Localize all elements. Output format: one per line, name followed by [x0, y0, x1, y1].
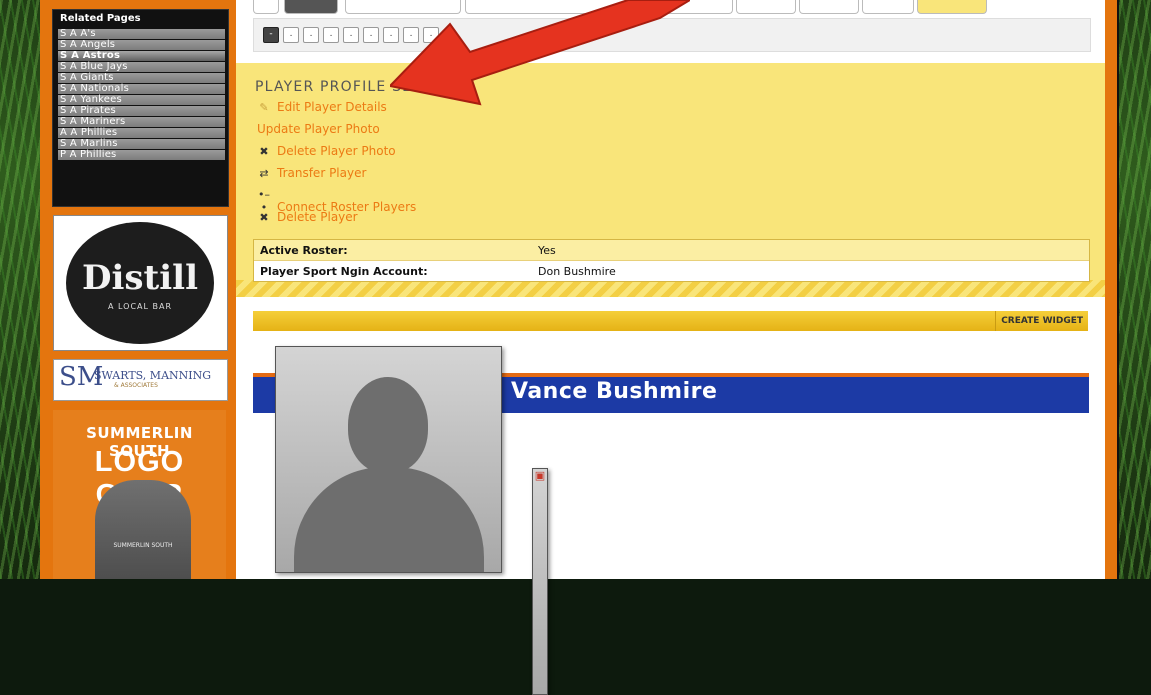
- pencil-icon: ✎: [259, 101, 269, 114]
- tab-stub[interactable]: [736, 0, 796, 14]
- action-transfer-player[interactable]: ⇄ Transfer Player: [257, 166, 366, 182]
- player-photo: [275, 346, 502, 573]
- distill-sub: A LOCAL BAR: [107, 302, 173, 311]
- transfer-icon: ⇄: [259, 167, 269, 180]
- swarts-sub: & ASSOCIATES: [114, 382, 158, 389]
- related-pages-panel: Related Pages S A A's S A Angels S A Astro…: [52, 9, 229, 207]
- action-label: Update Player Photo: [257, 122, 380, 136]
- info-value: Don Bushmire: [538, 265, 616, 278]
- hoodie-text: SUMMERLIN SOUTH: [113, 542, 173, 549]
- related-pages-list: S A A's S A Angels S A Astros S A Blue Jays…: [53, 29, 228, 160]
- tab-stub[interactable]: [862, 0, 914, 14]
- player-info-table: Active Roster: Yes Player Sport Ngin Acc…: [253, 239, 1090, 282]
- silhouette-body: [294, 467, 484, 572]
- right-orange-border: [1105, 0, 1117, 579]
- distill-ad[interactable]: Distill A LOCAL BAR: [53, 215, 228, 351]
- related-page-link[interactable]: S A Blue Jays: [58, 62, 225, 72]
- info-label: Active Roster:: [260, 244, 348, 257]
- grass-background-left: [0, 0, 40, 579]
- info-label: Player Sport Ngin Account:: [260, 265, 428, 278]
- swarts-name: SWARTS, MANNING: [94, 369, 212, 382]
- swarts-manning-ad[interactable]: SM SWARTS, MANNING & ASSOCIATES: [53, 359, 228, 401]
- page-button[interactable]: .: [303, 27, 319, 43]
- hoodie-image: SUMMERLIN SOUTH: [95, 480, 191, 579]
- panel-stripe: [236, 280, 1105, 297]
- page-button[interactable]: .: [343, 27, 359, 43]
- player-name: Vance Bushmire: [511, 379, 718, 404]
- red-arrow-annotation: [390, 0, 690, 106]
- create-widget-button[interactable]: CREATE WIDGET: [995, 311, 1088, 331]
- silhouette-head: [348, 377, 428, 473]
- action-label: Transfer Player: [277, 166, 367, 180]
- summerlin-logo-gear-ad[interactable]: SUMMERLIN SOUTH LOGO GEAR SUMMERLIN SOUT…: [53, 410, 226, 579]
- related-page-link[interactable]: S A Astros: [58, 51, 225, 61]
- widget-bar: CREATE WIDGET: [253, 311, 1088, 331]
- x-icon: ✖: [259, 145, 269, 158]
- action-label: Edit Player Details: [277, 100, 387, 114]
- action-delete-player-photo[interactable]: ✖ Delete Player Photo: [257, 144, 396, 160]
- x-icon: ✖: [259, 211, 269, 224]
- related-page-link[interactable]: S A Pirates: [58, 106, 225, 116]
- page-button[interactable]: -: [263, 27, 279, 43]
- action-edit-player-details[interactable]: ✎ Edit Player Details: [257, 100, 387, 116]
- tab-stub[interactable]: [253, 0, 279, 14]
- related-page-link[interactable]: P A Phillies: [58, 150, 225, 160]
- related-page-link[interactable]: S A A's: [58, 29, 225, 39]
- related-page-link[interactable]: S A Giants: [58, 73, 225, 83]
- action-delete-player[interactable]: ✖ Delete Player: [257, 210, 358, 226]
- info-row: Player Sport Ngin Account: Don Bushmire: [254, 260, 1089, 281]
- distill-logo: Distill A LOCAL BAR: [66, 222, 214, 344]
- related-page-link[interactable]: S A Angels: [58, 40, 225, 50]
- action-connect-roster-players[interactable]: •–• Connect Roster Players: [257, 188, 416, 214]
- photo-icon: ▣: [532, 468, 548, 695]
- action-label: Delete Player Photo: [277, 144, 396, 158]
- right-edge: [1117, 0, 1119, 579]
- action-update-player-photo[interactable]: ▣ Update Player Photo: [257, 122, 548, 695]
- related-page-link[interactable]: S A Nationals: [58, 84, 225, 94]
- related-page-link[interactable]: A A Phillies: [58, 128, 225, 138]
- page-button[interactable]: .: [283, 27, 299, 43]
- tab-stub[interactable]: [799, 0, 859, 14]
- page-button[interactable]: .: [323, 27, 339, 43]
- tab-stub-active[interactable]: [284, 0, 338, 14]
- related-pages-title: Related Pages: [60, 13, 141, 24]
- info-value: Yes: [538, 244, 556, 257]
- distill-word: Distill: [82, 258, 198, 298]
- action-label: Delete Player: [277, 210, 358, 224]
- tab-stub-highlight[interactable]: [917, 0, 987, 14]
- page-button[interactable]: .: [363, 27, 379, 43]
- info-row: Active Roster: Yes: [254, 240, 1089, 260]
- related-page-link[interactable]: S A Marlins: [58, 139, 225, 149]
- related-page-link[interactable]: S A Mariners: [58, 117, 225, 127]
- related-page-link[interactable]: S A Yankees: [58, 95, 225, 105]
